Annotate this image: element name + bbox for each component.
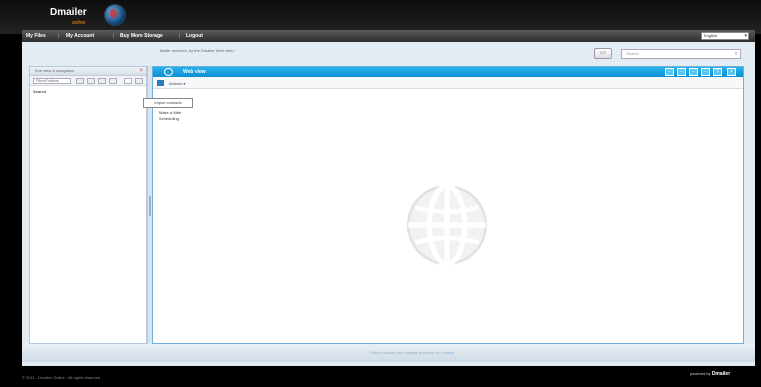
nav-separator: | <box>113 33 115 39</box>
tree-panel-title: Tree view & navigation <box>34 68 75 73</box>
search-icon[interactable]: ⌕ <box>735 51 738 57</box>
globe-icon <box>164 68 173 76</box>
copyright: © 2011 - Dmailer Online - All rights res… <box>22 375 101 380</box>
top-bar: Dmailer online <box>0 0 761 34</box>
globe-watermark-icon <box>406 183 488 267</box>
logo-name: Dmailer <box>50 7 87 18</box>
nav-buy-more-storage[interactable]: Buy More Storage <box>120 33 163 39</box>
tree-panel: Tree view & navigation × Files/Folders S… <box>29 66 147 344</box>
nav-separator: | <box>58 33 60 39</box>
status-link[interactable]: Dmailer <box>441 350 455 355</box>
logo-tagline: online <box>72 20 86 26</box>
tree-view-button[interactable] <box>124 78 132 84</box>
web-view-title-bar: Web view ▫ ▫ ▫ ▫ ? × <box>153 67 743 77</box>
actions-dropdown[interactable]: Actions ▾ <box>169 81 185 86</box>
nav-separator: | <box>179 33 181 39</box>
refresh-icon[interactable]: ▫ <box>701 68 710 76</box>
tree-back-button[interactable] <box>76 78 84 84</box>
scheduling-menu-item[interactable]: Scheduling <box>159 116 179 121</box>
make-a-web-menu-item[interactable]: Make a Web <box>159 110 181 115</box>
language-select[interactable]: English <box>701 32 749 40</box>
web-view-title: Web view <box>183 69 206 75</box>
import-contacts-menu-item[interactable]: Import contacts <box>143 98 193 108</box>
tree-refresh-button[interactable] <box>109 78 117 84</box>
settings-icon[interactable]: ▫ <box>689 68 698 76</box>
view-mode-button[interactable]: ▭ <box>594 48 612 59</box>
powered-by-label: powered by <box>690 371 711 376</box>
logo[interactable]: Dmailer online <box>50 3 140 29</box>
web-view-actions-bar: Actions ▾ <box>153 77 743 89</box>
nav-my-files[interactable]: My Files <box>26 33 46 39</box>
headline-link[interactable]: Better services, try the Dmailer Web vie… <box>160 48 235 53</box>
powered-by: powered by Dmailer <box>690 371 730 377</box>
new-window-icon[interactable]: ▫ <box>665 68 674 76</box>
logo-globe-icon <box>104 4 126 26</box>
tree-forward-button[interactable] <box>87 78 95 84</box>
tree-toolbar: Files/Folders <box>30 76 146 86</box>
close-icon[interactable]: × <box>139 67 143 75</box>
actions-dropdown-label: Actions <box>169 81 183 86</box>
main-nav: My Files | My Account | Buy More Storage… <box>22 30 755 42</box>
powered-by-brand[interactable]: Dmailer <box>712 371 730 377</box>
print-icon[interactable]: ▫ <box>677 68 686 76</box>
tree-panel-header: Tree view & navigation × <box>30 67 146 76</box>
tree-search-label: Search <box>33 89 47 94</box>
nav-my-account[interactable]: My Account <box>66 33 94 39</box>
close-icon[interactable]: × <box>727 68 736 76</box>
tree-filter-select[interactable]: Files/Folders <box>33 78 71 84</box>
search-placeholder: Search <box>626 51 639 56</box>
tree-up-button[interactable] <box>98 78 106 84</box>
folder-icon <box>157 80 164 86</box>
tree-options-button[interactable] <box>135 78 143 84</box>
search-input[interactable]: Search ⌕ <box>621 49 741 59</box>
help-icon[interactable]: ? <box>713 68 722 76</box>
nav-logout[interactable]: Logout <box>186 33 203 39</box>
status-text: Online backup and storage powered by Dma… <box>370 350 455 355</box>
status-message: Online backup and storage powered by <box>370 350 440 355</box>
